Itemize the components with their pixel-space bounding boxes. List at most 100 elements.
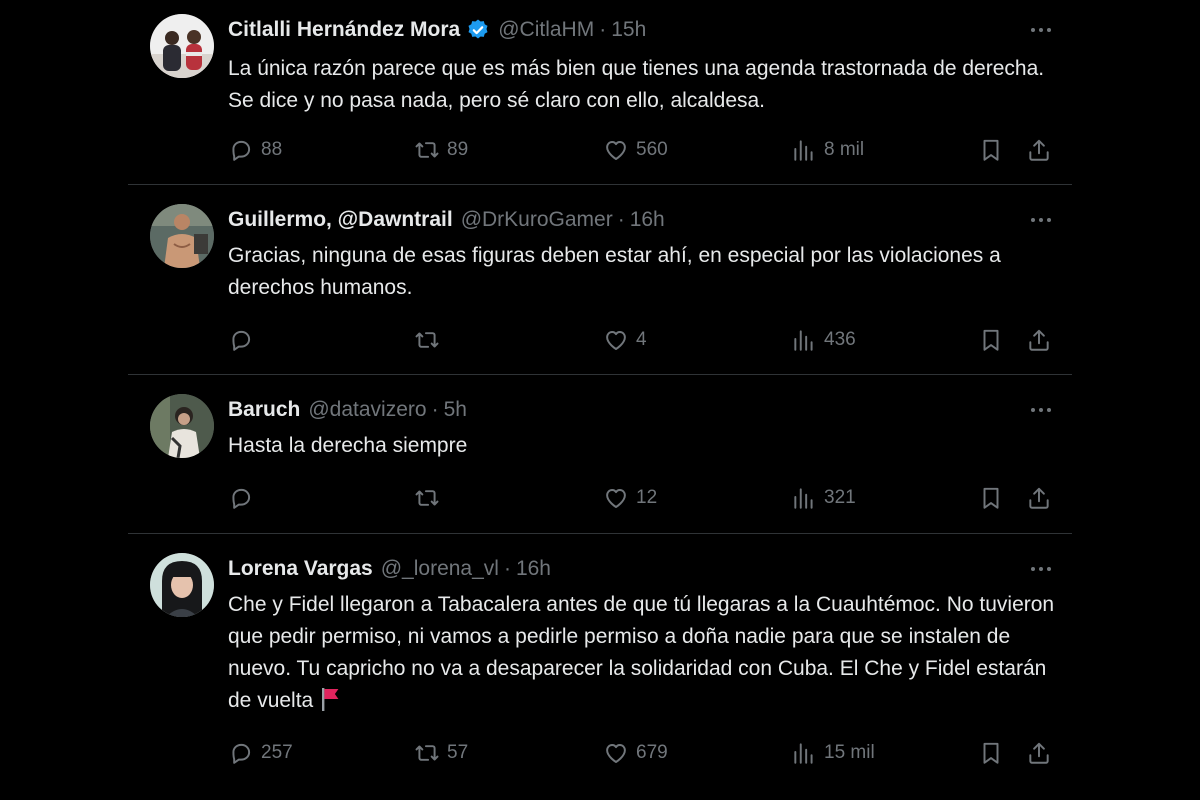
views-button[interactable]: 436 [791, 325, 856, 355]
reply-icon [232, 140, 251, 161]
bookmark-icon [983, 139, 999, 161]
author-name[interactable]: Guillermo, @Dawntrail [228, 208, 453, 232]
share-button[interactable] [1026, 325, 1052, 355]
avatar[interactable] [150, 204, 214, 268]
retweet-count: 89 [447, 139, 469, 160]
separator-dot: · [617, 208, 625, 231]
avatar[interactable] [150, 553, 214, 617]
tweet[interactable]: Guillermo, @Dawntrail @DrKuroGamer · 16h… [128, 185, 1072, 375]
tweet-text-container: Che y Fidel llegaron a Tabacalera antes … [228, 589, 1058, 717]
tweet-text: La única razón parece que es más bien qu… [228, 57, 1045, 112]
tweet-actions: 88 89 560 8 mil [228, 135, 1054, 165]
heart-icon [606, 331, 626, 350]
author-name[interactable]: Baruch [228, 398, 300, 422]
tweet-timestamp[interactable]: 15h [611, 18, 646, 42]
views-button[interactable]: 15 mil [791, 738, 875, 768]
like-count: 679 [636, 742, 668, 763]
views-icon [794, 140, 813, 161]
like-button[interactable]: 679 [603, 738, 668, 768]
views-icon [794, 743, 813, 764]
bookmark-button[interactable] [978, 325, 1004, 355]
tweet[interactable]: Citlalli Hernández Mora @CitlaHM · 15h L… [128, 0, 1072, 185]
share-button[interactable] [1026, 483, 1052, 513]
tweet[interactable]: Lorena Vargas @_lorena_vl · 16h Che y Fi… [128, 534, 1072, 800]
reply-button[interactable] [228, 325, 254, 355]
tweet-feed: Citlalli Hernández Mora @CitlaHM · 15h L… [128, 0, 1072, 800]
tweet-text: Gracias, ninguna de esas figuras deben e… [228, 244, 1001, 299]
more-icon[interactable] [1028, 398, 1054, 422]
retweet-button[interactable] [414, 483, 440, 513]
tweet-timestamp[interactable]: 5h [444, 398, 467, 422]
retweet-button[interactable] [414, 325, 440, 355]
author-handle[interactable]: @_lorena_vl [381, 557, 499, 581]
retweet-icon [415, 745, 439, 761]
tweet-text: Che y Fidel llegaron a Tabacalera antes … [228, 593, 1055, 712]
more-icon[interactable] [1028, 557, 1054, 581]
retweet-icon [415, 142, 439, 158]
retweet-button[interactable]: 89 [414, 135, 468, 165]
bookmark-icon [983, 487, 999, 509]
reply-button[interactable]: 257 [228, 738, 293, 768]
tweet-timestamp[interactable]: 16h [630, 208, 665, 232]
reply-icon [232, 488, 251, 509]
tweet-header: Baruch @datavizero · 5h [228, 396, 467, 424]
views-count: 8 mil [824, 139, 865, 160]
bookmark-button[interactable] [978, 483, 1004, 513]
bookmark-icon [983, 742, 999, 764]
avatar[interactable] [150, 14, 214, 78]
tweet-header: Citlalli Hernández Mora @CitlaHM · 15h [228, 16, 646, 44]
tweet-header: Lorena Vargas @_lorena_vl · 16h [228, 555, 551, 583]
separator-dot: · [599, 18, 607, 41]
like-button[interactable]: 12 [603, 483, 657, 513]
bookmark-icon [983, 329, 999, 351]
bookmark-button[interactable] [978, 738, 1004, 768]
like-button[interactable]: 560 [603, 135, 668, 165]
retweet-icon [415, 332, 439, 348]
share-icon [1029, 329, 1049, 351]
like-button[interactable]: 4 [603, 325, 647, 355]
author-handle[interactable]: @datavizero [308, 398, 426, 422]
reply-count: 88 [261, 139, 283, 160]
heart-icon [606, 744, 626, 763]
views-button[interactable]: 321 [791, 483, 856, 513]
like-count: 12 [636, 487, 658, 508]
retweet-button[interactable]: 57 [414, 738, 468, 768]
views-count: 321 [824, 487, 856, 508]
like-count: 4 [636, 329, 647, 350]
tweet[interactable]: Baruch @datavizero · 5h Hasta la derecha… [128, 375, 1072, 534]
reply-button[interactable] [228, 483, 254, 513]
share-button[interactable] [1026, 135, 1052, 165]
red-flag-emoji-icon [319, 686, 341, 712]
tweet-actions: 257 57 679 15 mil [228, 738, 1054, 768]
tweet-actions: 4 436 [228, 325, 1054, 355]
tweet-actions: 12 321 [228, 483, 1054, 513]
more-icon[interactable] [1028, 18, 1054, 42]
tweet-timestamp[interactable]: 16h [516, 557, 551, 581]
verified-badge-icon [466, 18, 490, 42]
share-icon [1029, 487, 1049, 509]
reply-icon [232, 743, 251, 764]
views-button[interactable]: 8 mil [791, 135, 864, 165]
reply-button[interactable]: 88 [228, 135, 282, 165]
author-handle[interactable]: @CitlaHM [498, 18, 594, 42]
views-count: 15 mil [824, 742, 875, 763]
author-name[interactable]: Citlalli Hernández Mora [228, 18, 460, 42]
retweet-icon [415, 490, 439, 506]
heart-icon [606, 489, 626, 508]
views-icon [794, 330, 813, 351]
like-count: 560 [636, 139, 668, 160]
retweet-count: 57 [447, 742, 469, 763]
reply-count: 257 [261, 742, 293, 763]
tweet-text: Hasta la derecha siempre [228, 434, 468, 457]
author-handle[interactable]: @DrKuroGamer [461, 208, 613, 232]
author-name[interactable]: Lorena Vargas [228, 557, 373, 581]
share-button[interactable] [1026, 738, 1052, 768]
avatar[interactable] [150, 394, 214, 458]
reply-icon [232, 330, 251, 351]
heart-icon [606, 141, 626, 160]
more-icon[interactable] [1028, 208, 1054, 232]
bookmark-button[interactable] [978, 135, 1004, 165]
share-icon [1029, 139, 1049, 161]
views-count: 436 [824, 329, 856, 350]
views-icon [794, 488, 813, 509]
